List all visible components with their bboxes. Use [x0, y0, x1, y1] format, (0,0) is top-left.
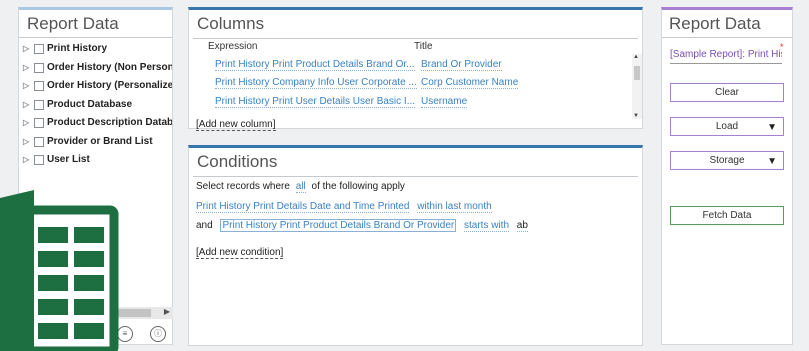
excel-logo-icon [0, 190, 119, 351]
info-icon[interactable]: ⓘ [150, 326, 166, 342]
dropdown-caret-icon: ▼ [767, 156, 777, 167]
tree-item-label: Order History (Non Personalized) [47, 61, 172, 73]
condition-field[interactable]: Print History Print Product Details Bran… [220, 219, 457, 232]
expand-arrow-icon[interactable]: ▷ [23, 155, 29, 164]
tree-item-product-database[interactable]: ▷ Product Database [19, 97, 172, 116]
right-panel-divider [662, 37, 792, 38]
expression-column-header: Expression [208, 41, 258, 52]
tree-item-user-list[interactable]: ▷ User List [19, 152, 172, 171]
condition-value[interactable]: ab [516, 220, 528, 232]
condition-connector: and [196, 220, 213, 231]
left-panel-title: Report Data [27, 14, 119, 33]
tree-checkbox[interactable] [34, 44, 44, 54]
fetch-data-button-label: Fetch Data [702, 210, 752, 221]
column-title[interactable]: Username [421, 96, 468, 108]
tree-checkbox[interactable] [34, 62, 44, 73]
right-panel-title: Report Data [669, 14, 761, 33]
clear-button-label: Clear [715, 87, 739, 98]
condition-operator[interactable]: within last month [417, 201, 492, 213]
add-column-link[interactable]: [Add new column] [196, 119, 276, 131]
tree-item-label: User List [47, 154, 90, 165]
expand-arrow-icon[interactable]: ▷ [23, 44, 29, 53]
column-expression[interactable]: Print History Print User Details User Ba… [215, 96, 416, 108]
scroll-up-icon[interactable]: ▲ [633, 54, 639, 60]
expand-arrow-icon[interactable]: ▷ [23, 63, 29, 72]
intro-prefix: Select records where [196, 181, 290, 192]
load-button[interactable]: Load ▼ [670, 117, 784, 136]
tree-checkbox[interactable] [34, 118, 44, 128]
tree-checkbox[interactable] [34, 136, 44, 147]
tree-item-order-history-non-personalized[interactable]: ▷ Order History (Non Personalized) [19, 60, 172, 79]
column-title[interactable]: Brand Or Provider [421, 59, 502, 71]
scroll-right-icon[interactable]: ▶ [164, 307, 170, 316]
fetch-data-button[interactable]: Fetch Data [670, 206, 784, 225]
tree-item-product-description-database[interactable]: ▷ Product Description Database [19, 115, 172, 134]
condition-field[interactable]: Print History Print Details Date and Tim… [196, 201, 410, 213]
column-title[interactable]: Corp Customer Name [421, 77, 519, 89]
column-expression[interactable]: Print History Company Info User Corporat… [215, 77, 417, 89]
title-column-header: Title [414, 41, 433, 52]
condition-operator[interactable]: starts with [464, 220, 510, 232]
dropdown-caret-icon: ▼ [767, 122, 777, 133]
report-actions-panel: Report Data [Sample Report]: Print Histo… [661, 7, 793, 345]
sample-report-name[interactable]: [Sample Report]: Print History [670, 49, 782, 64]
tree-item-provider-or-brand-list[interactable]: ▷ Provider or Brand List [19, 134, 172, 153]
conditions-title: Conditions [197, 152, 278, 171]
condition-row: and Print History Print Product Details … [196, 219, 528, 232]
add-condition-link[interactable]: [Add new condition] [196, 247, 284, 259]
left-panel-divider [19, 37, 172, 38]
storage-button-label: Storage [709, 155, 745, 166]
quantifier-selector[interactable]: all [295, 181, 306, 193]
tree-item-label: Print History [47, 43, 108, 54]
expand-arrow-icon[interactable]: ▷ [23, 137, 29, 146]
intro-suffix: of the following apply [311, 181, 405, 192]
conditions-divider [193, 176, 638, 177]
tree-item-label: Provider or Brand List [47, 135, 153, 147]
tree-item-label: Order History (Personalized) [47, 80, 172, 91]
scrollbar-thumb[interactable] [634, 66, 640, 80]
columns-divider [193, 38, 638, 39]
expand-arrow-icon[interactable]: ▷ [23, 81, 29, 90]
clear-button[interactable]: Clear [670, 83, 784, 102]
tree-item-label: Product Description Database [47, 117, 172, 128]
expand-arrow-icon[interactable]: ▷ [23, 118, 29, 127]
tree-checkbox[interactable] [34, 155, 44, 165]
tree-item-label: Product Database [47, 98, 133, 110]
scroll-down-icon[interactable]: ▼ [633, 113, 639, 119]
tree-checkbox[interactable] [34, 81, 44, 91]
required-mark: * [780, 42, 784, 52]
conditions-panel: Conditions Select records where all of t… [188, 145, 643, 346]
conditions-intro: Select records where all of the followin… [196, 181, 405, 193]
tree-item-order-history-personalized[interactable]: ▷ Order History (Personalized) [19, 78, 172, 97]
tree-item-print-history[interactable]: ▷ Print History [19, 41, 172, 60]
data-source-tree: ▷ Print History ▷ Order History (Non Per… [19, 41, 172, 171]
column-expression[interactable]: Print History Print Product Details Bran… [215, 59, 415, 71]
storage-button[interactable]: Storage ▼ [670, 151, 784, 170]
columns-panel: Columns Expression Title Print History P… [188, 7, 643, 131]
columns-vertical-scrollbar[interactable]: ▲ ▼ [632, 54, 642, 119]
columns-title: Columns [197, 14, 265, 33]
condition-row: Print History Print Details Date and Tim… [196, 201, 492, 213]
load-button-label: Load [715, 121, 739, 132]
expand-arrow-icon[interactable]: ▷ [23, 100, 29, 109]
tree-checkbox[interactable] [34, 99, 44, 110]
